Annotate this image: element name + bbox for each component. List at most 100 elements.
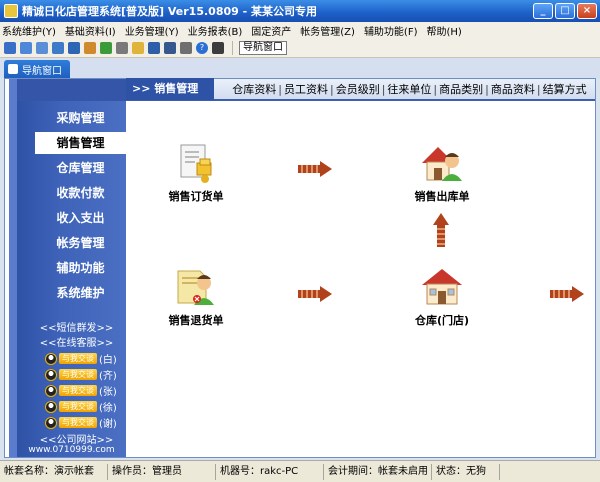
tools-icon[interactable] — [116, 41, 128, 54]
tab-nav-window[interactable]: 导航窗口 — [4, 60, 70, 78]
contact-name: (徐) — [99, 403, 117, 414]
qq-contact[interactable]: 与我交谈 (齐) — [45, 367, 117, 382]
sales-order-label: 销售订货单 — [168, 190, 224, 203]
company-website-link[interactable]: <<公司网站>> — [27, 431, 126, 446]
help-icon[interactable]: ? — [196, 41, 208, 54]
sidebar-item-accounts[interactable]: 帐务管理 — [35, 232, 126, 254]
house-person-icon — [422, 147, 462, 181]
flow-area: 销售订货单 销售出库单 销售退货单 仓库(门店) — [126, 103, 595, 457]
link-product-data[interactable]: 商品资料 — [491, 81, 535, 97]
minimize-button[interactable]: _ — [533, 3, 553, 19]
sales-out-label: 销售出库单 — [414, 190, 470, 203]
status-machine: 机器号：rakc-PC — [216, 463, 324, 480]
sidebar-item-aux[interactable]: 辅助功能 — [35, 257, 126, 279]
window-icon[interactable] — [36, 41, 48, 54]
return-person-icon — [177, 270, 214, 305]
qq-contact[interactable]: 与我交谈 (张) — [45, 383, 117, 398]
menu-system[interactable]: 系统维护(Y) — [2, 23, 56, 38]
contact-name: (齐) — [99, 371, 117, 382]
menu-bar: 系统维护(Y) 基础资料(I) 业务管理(Y) 业务报表(B) 固定资产 帐务管… — [0, 22, 600, 38]
status-bar: 帐套名称：演示帐套 操作员：管理员 机器号：rakc-PC 会计期间：帐套未启用… — [0, 460, 600, 482]
menu-help[interactable]: 帮助(H) — [427, 23, 462, 38]
window-title: 精诚日化店管理系统[普及版] Ver15.0809 - 某某公司专用 — [22, 5, 318, 18]
close-button[interactable]: × — [577, 3, 597, 19]
arrow-up-icon — [433, 213, 449, 247]
app-icon — [4, 4, 18, 18]
monitor-icon[interactable] — [68, 41, 80, 54]
sidebar-item-system[interactable]: 系统维护 — [35, 282, 126, 304]
sidebar-item-warehouse[interactable]: 仓库管理 — [35, 157, 126, 179]
open-icon[interactable] — [20, 41, 32, 54]
status-operator: 操作员：管理员 — [108, 463, 216, 480]
link-settlement[interactable]: 结算方式 — [543, 81, 587, 97]
sidebar-item-income[interactable]: 收入支出 — [35, 207, 126, 229]
status-state: 状态：无狗 — [432, 463, 500, 480]
link-warehouse-data[interactable]: 仓库资料 — [232, 81, 276, 97]
chat-button[interactable]: 与我交谈 — [59, 385, 97, 396]
arrow-right-icon — [298, 161, 332, 177]
sales-return-label: 销售退货单 — [168, 314, 224, 327]
link-partners[interactable]: 往来单位 — [387, 81, 431, 97]
sales-return-node[interactable]: 销售退货单 — [151, 265, 241, 328]
save-icon[interactable] — [148, 41, 160, 54]
chat-button[interactable]: 与我交谈 — [59, 353, 97, 364]
company-url[interactable]: www.0710999.com — [17, 445, 126, 455]
sidebar-item-purchase[interactable]: 采购管理 — [35, 107, 126, 129]
penguin-icon — [45, 416, 57, 429]
content-header: >> 销售管理 仓库资料 | 员工资料 | 会员级别 | 往来单位 | 商品类别 | 商品… — [126, 78, 595, 101]
users-icon[interactable] — [100, 41, 112, 54]
qq-contact[interactable]: 与我交谈 (徐) — [45, 399, 117, 414]
print-icon[interactable] — [180, 41, 192, 54]
restore-icon[interactable] — [212, 41, 224, 54]
window-controls: _ □ × — [533, 3, 597, 19]
menu-basic-data[interactable]: 基础资料(I) — [65, 23, 116, 38]
sales-order-node[interactable]: 销售订货单 — [151, 141, 241, 204]
exit-icon[interactable] — [4, 41, 16, 54]
chat-button[interactable]: 与我交谈 — [59, 417, 97, 428]
house-icon — [422, 269, 462, 305]
sidebar-item-sales[interactable]: 销售管理 — [35, 132, 126, 154]
status-account: 帐套名称：演示帐套 — [0, 463, 108, 480]
chat-button[interactable]: 与我交谈 — [59, 401, 97, 412]
chat-button[interactable]: 与我交谈 — [59, 369, 97, 380]
status-period: 会计期间：帐套未启用 — [324, 463, 432, 480]
menu-business[interactable]: 业务管理(Y) — [125, 23, 179, 38]
main-frame: 采购管理 销售管理 仓库管理 收款付款 收入支出 帐务管理 辅助功能 系统维护 … — [4, 78, 596, 458]
warehouse-node[interactable]: 仓库(门店) — [402, 265, 482, 328]
sidebar: 采购管理 销售管理 仓库管理 收款付款 收入支出 帐务管理 辅助功能 系统维护 … — [9, 79, 126, 457]
contact-name: (张) — [99, 387, 117, 398]
arrow-right-icon — [298, 286, 332, 302]
tab-bar: 导航窗口 — [0, 58, 600, 78]
contact-name: (谢) — [99, 419, 117, 430]
menu-fixed-assets[interactable]: 固定资产 — [251, 23, 291, 38]
network-icon[interactable] — [84, 41, 96, 54]
backup-icon[interactable] — [164, 41, 176, 54]
sales-out-node[interactable]: 销售出库单 — [402, 141, 482, 204]
sidebar-top — [17, 79, 126, 101]
menu-aux[interactable]: 辅助功能(F) — [364, 23, 418, 38]
menu-reports[interactable]: 业务报表(B) — [188, 23, 243, 38]
link-member-level[interactable]: 会员级别 — [336, 81, 380, 97]
order-document-icon — [180, 144, 212, 183]
penguin-icon — [45, 384, 57, 397]
nav-window-button[interactable]: 导航窗口 — [239, 40, 287, 55]
online-service-link[interactable]: <<在线客服>> — [27, 334, 126, 349]
penguin-icon — [45, 400, 57, 413]
calendar-icon[interactable] — [52, 41, 64, 54]
sidebar-item-payments[interactable]: 收款付款 — [35, 182, 126, 204]
section-title: >> 销售管理 — [126, 78, 215, 100]
title-bar: 精诚日化店管理系统[普及版] Ver15.0809 - 某某公司专用 _ □ × — [0, 0, 600, 22]
qq-contact[interactable]: 与我交谈 (白) — [45, 351, 117, 366]
link-staff-data[interactable]: 员工资料 — [284, 81, 328, 97]
maximize-button[interactable]: □ — [555, 3, 575, 19]
link-product-category[interactable]: 商品类别 — [439, 81, 483, 97]
warehouse-label: 仓库(门店) — [414, 314, 470, 327]
toolbar: ? 导航窗口 — [0, 38, 600, 58]
contact-name: (白) — [99, 355, 117, 366]
sms-link[interactable]: <<短信群发>> — [27, 319, 126, 334]
qq-contact[interactable]: 与我交谈 (谢) — [45, 415, 117, 430]
penguin-icon — [45, 368, 57, 381]
menu-accounts[interactable]: 帐务管理(Z) — [300, 23, 355, 38]
folder-icon[interactable] — [132, 41, 144, 54]
window-icon — [8, 64, 18, 74]
